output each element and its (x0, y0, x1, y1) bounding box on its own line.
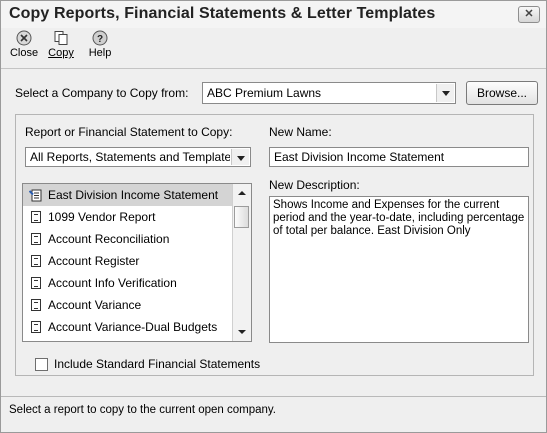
copy-button[interactable]: Copy (44, 30, 78, 59)
close-circle-icon (16, 30, 32, 46)
status-text: Select a report to copy to the current o… (9, 404, 276, 416)
help-button[interactable]: ? Help (83, 30, 117, 59)
document-icon (31, 211, 41, 223)
report-filter-dropdown[interactable]: All Reports, Statements and Templates (25, 147, 251, 167)
report-filter-value: All Reports, Statements and Templates (30, 150, 230, 164)
report-label: Report or Financial Statement to Copy: (25, 125, 233, 139)
custom-report-icon (29, 189, 42, 202)
window-close-button[interactable]: ✕ (518, 6, 540, 23)
chevron-down-icon[interactable] (436, 84, 454, 102)
help-button-label: Help (88, 47, 112, 59)
company-label: Select a Company to Copy from: (15, 86, 189, 100)
list-item[interactable]: East Division Income Statement (23, 184, 233, 206)
document-icon (31, 277, 41, 289)
browse-button[interactable]: Browse... (466, 81, 538, 105)
close-button-label: Close (9, 47, 39, 59)
new-name-value: East Division Income Statement (274, 150, 445, 164)
list-item[interactable]: 1099 Vendor Report (23, 206, 233, 228)
title-bar: Copy Reports, Financial Statements & Let… (1, 1, 546, 28)
scroll-up-icon[interactable] (233, 184, 250, 201)
chevron-down-icon[interactable] (231, 149, 249, 165)
list-scrollbar[interactable] (232, 184, 251, 341)
scroll-down-icon[interactable] (233, 324, 250, 341)
new-description-field[interactable]: Shows Income and Expenses for the curren… (269, 196, 529, 343)
copy-reports-dialog: Copy Reports, Financial Statements & Let… (0, 0, 547, 433)
copy-icon (54, 31, 68, 45)
document-icon (31, 255, 41, 267)
report-list[interactable]: East Division Income Statement 1099 Vend… (22, 183, 252, 342)
toolbar: Close Copy ? Help (1, 28, 546, 69)
svg-text:?: ? (97, 34, 103, 45)
status-bar: Select a report to copy to the current o… (1, 396, 546, 425)
list-item[interactable]: Account Variance (23, 294, 233, 316)
list-item[interactable]: Account Register (23, 250, 233, 272)
window-title: Copy Reports, Financial Statements & Let… (9, 5, 436, 22)
new-description-label: New Description: (269, 178, 360, 192)
list-item[interactable]: Account Info Verification (23, 272, 233, 294)
new-name-field[interactable]: East Division Income Statement (269, 147, 529, 167)
new-name-label: New Name: (269, 125, 332, 139)
company-selector-row: Select a Company to Copy from: ABC Premi… (15, 81, 538, 106)
document-icon (31, 233, 41, 245)
list-item-label: Account Variance-Dual Budgets (48, 320, 218, 334)
document-icon (31, 299, 41, 311)
list-item[interactable]: Account Variance-Dual Budgets (23, 316, 233, 338)
document-icon (31, 321, 41, 333)
list-item-label: Account Reconciliation (48, 232, 170, 246)
list-item-label: East Division Income Statement (48, 188, 219, 202)
include-standard-checkbox[interactable] (35, 358, 48, 371)
company-dropdown-value: ABC Premium Lawns (207, 86, 322, 100)
list-item-label: Account Register (48, 254, 140, 268)
list-item[interactable]: Account Reconciliation (23, 228, 233, 250)
scroll-thumb[interactable] (234, 206, 249, 228)
copy-button-label: Copy (48, 47, 74, 59)
company-dropdown[interactable]: ABC Premium Lawns (202, 82, 456, 104)
list-item-label: Account Info Verification (48, 276, 177, 290)
close-button[interactable]: Close (7, 30, 41, 59)
list-item-label: Account Variance (48, 298, 142, 312)
list-item-label: 1099 Vendor Report (48, 210, 156, 224)
help-icon: ? (92, 30, 108, 46)
include-standard-label: Include Standard Financial Statements (54, 357, 261, 371)
